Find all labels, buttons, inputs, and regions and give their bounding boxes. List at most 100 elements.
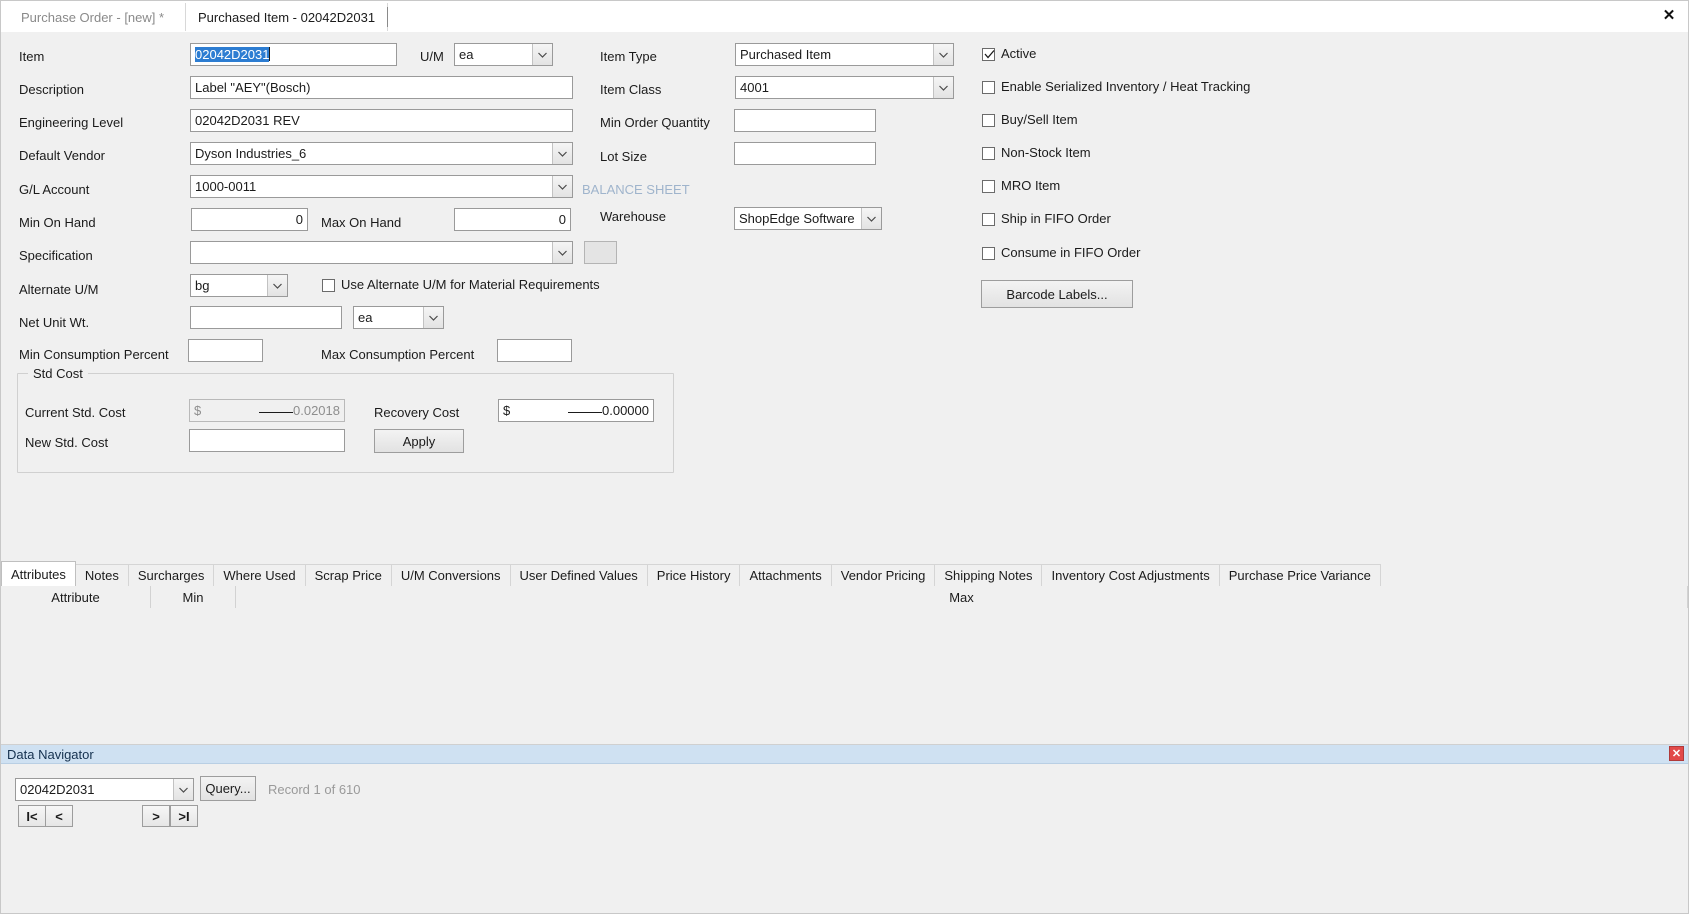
net-unit-wt-um-combobox[interactable]: ea [353, 306, 444, 329]
checkbox-box [982, 113, 995, 127]
checkbox-mro-item[interactable]: MRO Item [982, 178, 1060, 194]
chevron-down-icon[interactable] [861, 208, 881, 229]
tab-shipping-notes[interactable]: Shipping Notes [934, 564, 1043, 586]
tab-label: Surcharges [137, 568, 205, 583]
label-current-std-cost: Current Std. Cost [25, 405, 126, 420]
tab-purchase-price-variance[interactable]: Purchase Price Variance [1218, 564, 1381, 586]
chevron-down-icon[interactable] [532, 44, 552, 65]
grid-column-attribute[interactable]: Attribute [1, 586, 151, 608]
chevron-down-icon[interactable] [552, 143, 572, 164]
item-class-value: 4001 [740, 80, 769, 95]
data-navigator-title: Data Navigator [7, 746, 94, 762]
tab-attachments[interactable]: Attachments [739, 564, 832, 586]
tab-user-defined-values[interactable]: User Defined Values [509, 564, 648, 586]
checkbox-label: Consume in FIFO Order [1001, 245, 1141, 260]
warehouse-value: ShopEdge Software [739, 211, 855, 226]
barcode-labels-button[interactable]: Barcode Labels... [981, 280, 1133, 308]
tab-label: Scrap Price [314, 568, 382, 583]
document-tab-purchase-order[interactable]: Purchase Order - [new] * [9, 3, 176, 31]
label-max-on-hand: Max On Hand [321, 215, 402, 230]
label-alternate-um: Alternate U/M [19, 282, 99, 297]
item-input[interactable]: 02042D2031 [190, 43, 397, 66]
label-engineering-level: Engineering Level [19, 115, 124, 130]
warehouse-combobox[interactable]: ShopEdge Software [734, 207, 882, 230]
current-std-cost-value: 0.02018 [293, 403, 340, 418]
checkbox-box [322, 278, 335, 292]
grid-column-min[interactable]: Min [151, 586, 236, 608]
tab-vendor-pricing[interactable]: Vendor Pricing [830, 564, 936, 586]
chevron-down-icon[interactable] [173, 779, 193, 800]
max-on-hand-input[interactable]: 0 [454, 208, 571, 231]
attributes-grid-header: Attribute Min Max [1, 586, 1688, 609]
checkbox-ship-in-fifo-order[interactable]: Ship in FIFO Order [982, 211, 1111, 227]
document-tab-purchased-item[interactable]: Purchased Item - 02042D2031 [185, 3, 389, 31]
record-selector-combobox[interactable]: 02042D2031 [15, 778, 194, 801]
checkbox-enable-serialized-inventory[interactable]: Enable Serialized Inventory / Heat Track… [982, 79, 1250, 95]
checkbox-consume-in-fifo-order[interactable]: Consume in FIFO Order [982, 245, 1140, 261]
next-record-button[interactable]: > [142, 805, 170, 827]
chevron-down-icon[interactable] [267, 275, 287, 296]
record-selector-value: 02042D2031 [20, 782, 95, 797]
min-on-hand-input[interactable]: 0 [191, 208, 308, 231]
engineering-level-input[interactable]: 02042D2031 REV [190, 109, 573, 132]
gl-account-combobox[interactable]: 1000-0011 [190, 175, 573, 198]
attributes-grid-body[interactable] [1, 608, 1688, 715]
checkbox-box [982, 212, 995, 226]
item-type-combobox[interactable]: Purchased Item [735, 43, 954, 66]
checkbox-label: Ship in FIFO Order [1001, 211, 1111, 226]
tab-label: Shipping Notes [944, 568, 1033, 583]
net-unit-wt-um-value: ea [358, 310, 373, 325]
use-alternate-um-checkbox[interactable]: Use Alternate U/M for Material Requireme… [322, 277, 600, 293]
chevron-down-icon[interactable] [933, 77, 953, 98]
tab-surcharges[interactable]: Surcharges [127, 564, 215, 586]
min-order-quantity-input[interactable] [734, 109, 876, 132]
tab-notes[interactable]: Notes [74, 564, 129, 586]
tab-label: Price History [656, 568, 731, 583]
tab-attributes[interactable]: Attributes [1, 561, 76, 586]
tab-price-history[interactable]: Price History [646, 564, 741, 586]
label-default-vendor: Default Vendor [19, 148, 106, 163]
first-record-button[interactable]: I< [18, 805, 46, 827]
checkbox-buy-sell-item[interactable]: Buy/Sell Item [982, 112, 1078, 128]
chevron-down-icon[interactable] [552, 242, 572, 263]
apply-button[interactable]: Apply [374, 429, 464, 453]
last-record-button[interactable]: >I [170, 805, 198, 827]
tab-label: Notes [84, 568, 119, 583]
chevron-down-icon[interactable] [552, 176, 572, 197]
tab-label: Vendor Pricing [840, 568, 926, 583]
tab-um-conversions[interactable]: U/M Conversions [390, 564, 511, 586]
tab-scrap-price[interactable]: Scrap Price [304, 564, 392, 586]
item-type-value: Purchased Item [740, 47, 832, 62]
query-button[interactable]: Query... [200, 776, 256, 801]
tab-label: Purchase Price Variance [1228, 568, 1371, 583]
label-new-std-cost: New Std. Cost [25, 435, 109, 450]
item-class-combobox[interactable]: 4001 [735, 76, 954, 99]
checkbox-non-stock-item[interactable]: Non-Stock Item [982, 145, 1091, 161]
specification-browse-button[interactable] [584, 241, 617, 264]
specification-combobox[interactable] [190, 241, 573, 264]
description-input[interactable]: Label "AEY"(Bosch) [190, 76, 573, 99]
checkbox-active[interactable]: Active [982, 46, 1036, 62]
close-icon[interactable]: ✕ [1669, 746, 1684, 761]
tab-label: Attributes [11, 566, 66, 582]
um-combobox[interactable]: ea [454, 43, 553, 66]
chevron-down-icon[interactable] [423, 307, 443, 328]
min-consumption-percent-input[interactable] [188, 339, 263, 362]
grid-column-max[interactable]: Max [236, 586, 1688, 608]
alternate-um-combobox[interactable]: bg [190, 274, 288, 297]
chevron-down-icon[interactable] [933, 44, 953, 65]
previous-record-button[interactable]: < [45, 805, 73, 827]
tab-where-used[interactable]: Where Used [213, 564, 306, 586]
checkbox-box [982, 146, 995, 160]
net-unit-wt-input[interactable] [190, 306, 342, 329]
label-min-order-quantity: Min Order Quantity [600, 115, 710, 130]
tab-inventory-cost-adjustments[interactable]: Inventory Cost Adjustments [1041, 564, 1220, 586]
label-specification: Specification [19, 248, 93, 263]
max-consumption-percent-input[interactable] [497, 339, 572, 362]
lot-size-input[interactable] [734, 142, 876, 165]
new-std-cost-input[interactable] [189, 429, 345, 452]
recovery-cost-input[interactable]: $0.00000 [498, 399, 654, 422]
default-vendor-combobox[interactable]: Dyson Industries_6 [190, 142, 573, 165]
close-icon[interactable]: ✕ [1658, 4, 1680, 26]
checkbox-box [982, 80, 995, 94]
